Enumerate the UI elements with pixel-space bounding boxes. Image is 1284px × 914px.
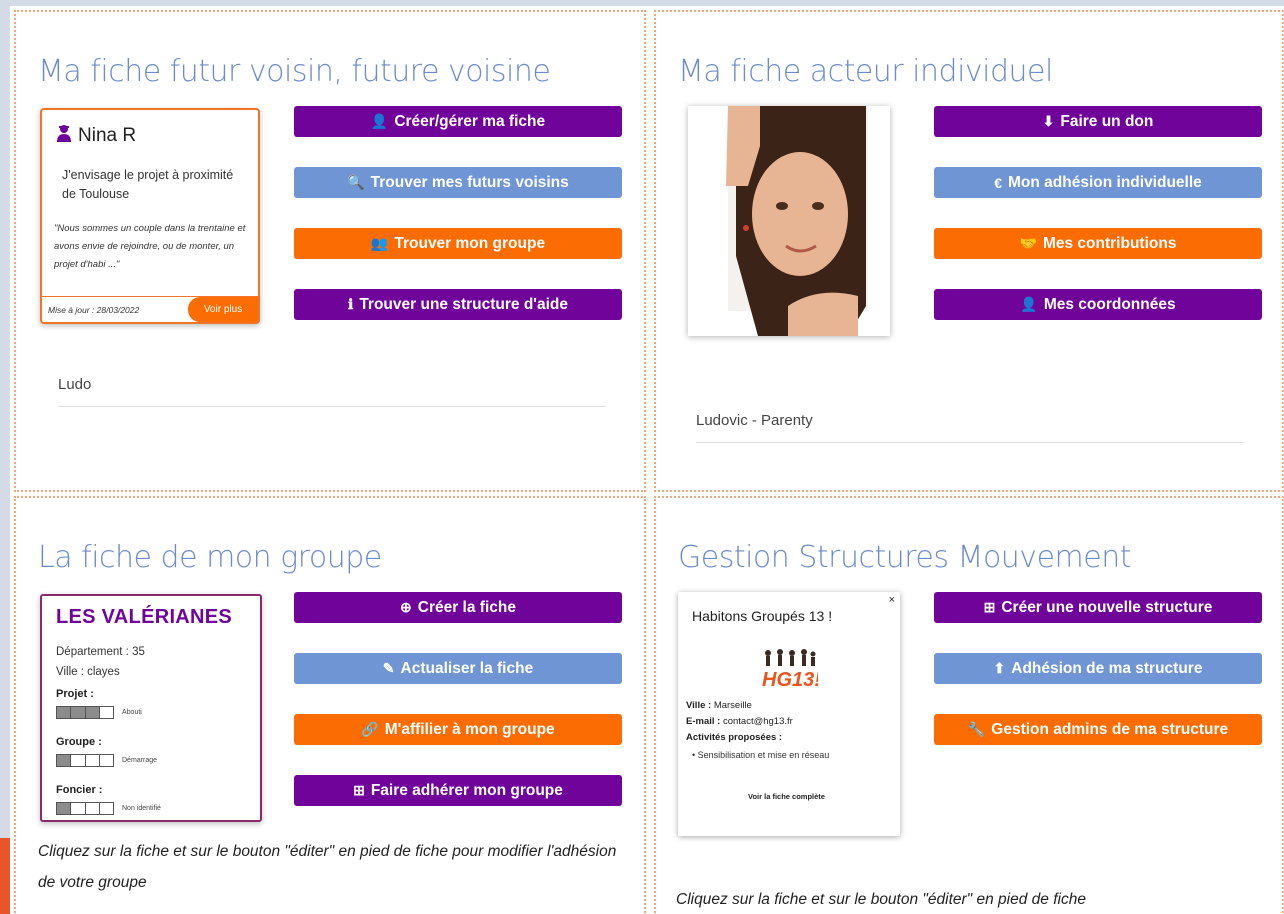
join-group-button[interactable]: 🔗 M'affilier à mon groupe [294, 714, 622, 745]
button-label: Trouver une structure d'aide [359, 295, 568, 313]
help-text: Cliquez sur la fiche et sur le bouton "é… [676, 891, 1086, 908]
button-label: Actualiser la fiche [400, 659, 534, 677]
panel-neighbor: Ma fiche futur voisin, future voisine Ni… [14, 10, 646, 492]
button-label: Faire adhérer mon groupe [370, 781, 563, 799]
button-label: Trouver mes futurs voisins [370, 173, 569, 191]
button-label: Faire un don [1060, 112, 1154, 130]
panel-title: Ma fiche acteur individuel [678, 54, 1053, 89]
card-date: Mise à jour : 28/03/2022 [48, 305, 140, 315]
card-name: Nina R [78, 124, 137, 146]
panel-title: Gestion Structures Mouvement [678, 540, 1131, 575]
structure-admins-button[interactable]: 🔧 Gestion admins de ma structure [934, 714, 1262, 745]
neighbor-card[interactable]: Nina R J'envisage le projet à proximité … [40, 108, 260, 324]
project-status: Abouti [122, 709, 142, 716]
group-name: LES VALÉRIANES [56, 606, 233, 628]
group-progress-bar [56, 754, 114, 767]
button-label: Adhésion de ma structure [1011, 659, 1203, 677]
help-text: Cliquez sur la fiche et sur le bouton "é… [38, 843, 617, 891]
donate-button[interactable]: ⬇ Faire un don [934, 106, 1262, 137]
land-label: Foncier : [56, 784, 103, 796]
full-sheet-link[interactable]: Voir la fiche complète [748, 792, 825, 801]
button-label: Mes coordonnées [1043, 295, 1176, 313]
page: Ma fiche futur voisin, future voisine Ni… [10, 6, 1284, 914]
wrench-icon: 🔧 [967, 721, 986, 737]
edit-icon: ✎ [382, 660, 395, 676]
calendar-plus-icon: ⊞ [353, 782, 365, 798]
individual-membership-button[interactable]: € Mon adhésion individuelle [934, 167, 1262, 198]
user-edit-icon: 👤 [1020, 296, 1038, 312]
profile-photo [688, 106, 890, 336]
group-city: Ville : clayes [56, 666, 120, 678]
create-sheet-button[interactable]: ⊕ Créer la fiche [294, 592, 622, 623]
group-membership-button[interactable]: ⊞ Faire adhérer mon groupe [294, 775, 622, 806]
button-label: Créer la fiche [417, 598, 516, 616]
panel-actor: Ma fiche acteur individuel ⬇ Faire un don… [654, 10, 1284, 492]
search-icon: 🔍 [347, 174, 365, 190]
user-female-icon [56, 124, 72, 147]
structure-email: E-mail : contact@hg13.fr [686, 716, 793, 727]
contact-details-button[interactable]: 👤 Mes coordonnées [934, 289, 1262, 320]
card-text: J'envisage le projet à proximité de Toul… [62, 168, 234, 201]
activity-item: • Sensibilisation et mise en réseau [692, 750, 830, 760]
button-label: Mes contributions [1042, 234, 1177, 252]
structure-card[interactable]: × Habitons Groupés 13 ! HG13! Ville : Ma… [678, 592, 900, 836]
svg-text:HG13!: HG13! [762, 669, 818, 688]
structure-name: Habitons Groupés 13 ! [692, 608, 833, 624]
divider [58, 406, 606, 407]
button-label: Créer/gérer ma fiche [394, 112, 546, 130]
project-label: Projet : [56, 688, 94, 700]
handshake-icon: 🤝 [1019, 235, 1037, 251]
panel-title: Ma fiche futur voisin, future voisine [38, 54, 551, 89]
plus-circle-icon: ⊕ [400, 599, 412, 615]
button-label: Gestion admins de ma structure [991, 720, 1229, 738]
group-status: Démarrage [122, 757, 158, 764]
button-label: Trouver mon groupe [394, 234, 546, 252]
update-sheet-button[interactable]: ✎ Actualiser la fiche [294, 653, 622, 684]
card-footer: Mise à jour : 28/03/2022 Voir plus [42, 296, 258, 322]
group-department: Département : 35 [56, 646, 145, 658]
see-more-button[interactable]: Voir plus [188, 297, 258, 322]
card-quote: "Nous sommes un couple dans la trentaine… [54, 223, 246, 270]
user-edit-icon: 👤 [370, 113, 389, 129]
left-accent-bar [0, 838, 10, 914]
button-column: ⊞ Créer une nouvelle structure ⬆ Adhésion … [934, 592, 1262, 775]
panel-structures: Gestion Structures Mouvement × Habitons … [654, 496, 1284, 914]
card-header: Nina R [56, 124, 136, 147]
find-group-button[interactable]: 👥 Trouver mon groupe [294, 228, 622, 259]
arrow-up-icon: ⬆ [993, 660, 1006, 676]
group-label: Groupe : [56, 736, 102, 748]
structure-city: Ville : Marseille [686, 700, 752, 711]
euro-icon: € [994, 174, 1003, 191]
link-icon: 🔗 [361, 721, 379, 737]
panel-group: La fiche de mon groupe LES VALÉRIANES Dé… [14, 496, 646, 914]
close-icon[interactable]: × [889, 594, 895, 606]
hg13-logo: HG13! [760, 648, 821, 693]
plus-square-icon: ⊞ [983, 599, 996, 615]
users-icon: 👥 [370, 235, 389, 251]
button-column: 👤 Créer/gérer ma fiche 🔍 Trouver mes futur… [294, 106, 622, 350]
activities-label: Activités proposées : [686, 732, 783, 743]
land-status: Non identifié [122, 805, 161, 812]
structure-membership-button[interactable]: ⬆ Adhésion de ma structure [934, 653, 1262, 684]
user-name: Ludo [58, 376, 92, 393]
land-progress-bar [56, 802, 114, 815]
divider [696, 442, 1244, 443]
user-name: Ludovic - Parenty [696, 412, 813, 429]
button-label: Créer une nouvelle structure [1001, 598, 1213, 616]
find-neighbors-button[interactable]: 🔍 Trouver mes futurs voisins [294, 167, 622, 198]
create-manage-sheet-button[interactable]: 👤 Créer/gérer ma fiche [294, 106, 622, 137]
group-card[interactable]: LES VALÉRIANES Département : 35 Ville : … [40, 594, 262, 822]
button-column: ⊕ Créer la fiche ✎ Actualiser la fiche 🔗 M'… [294, 592, 622, 836]
button-label: Mon adhésion individuelle [1008, 173, 1202, 191]
donate-icon: ⬇ [1042, 113, 1055, 129]
button-column: ⬇ Faire un don € Mon adhésion individuelle… [934, 106, 1262, 350]
button-label: M'affilier à mon groupe [384, 720, 555, 738]
project-progress-bar [56, 706, 114, 719]
info-circle-icon: ℹ [347, 296, 354, 312]
find-support-structure-button[interactable]: ℹ Trouver une structure d'aide [294, 289, 622, 320]
panel-title: La fiche de mon groupe [38, 540, 382, 575]
contributions-button[interactable]: 🤝 Mes contributions [934, 228, 1262, 259]
create-structure-button[interactable]: ⊞ Créer une nouvelle structure [934, 592, 1262, 623]
